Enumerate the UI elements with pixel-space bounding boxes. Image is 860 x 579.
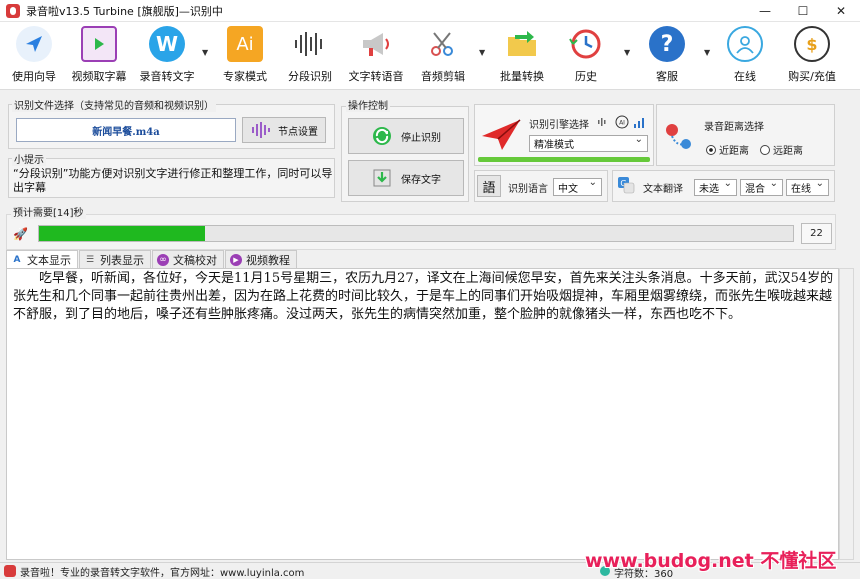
- translate-online-select[interactable]: 在线: [786, 178, 829, 196]
- proofread-icon: ∞: [157, 253, 169, 266]
- toolbar-history-button[interactable]: 历史: [566, 26, 606, 88]
- video-tutorial-icon: ▶: [230, 253, 242, 266]
- file-name-field[interactable]: 新闻早餐.m4a: [16, 118, 236, 142]
- language-label: 识别语言: [508, 184, 548, 195]
- toolbar-audio-clip-button[interactable]: 音频剪辑: [418, 26, 468, 88]
- app-logo-icon: [4, 565, 16, 577]
- window-title: 录音啦v13.5 Turbine [旗舰版]—识别中: [26, 4, 223, 18]
- app-logo-icon: [6, 3, 20, 18]
- rocket-icon: 🚀: [13, 227, 28, 241]
- transcript-editor[interactable]: 吃早餐，听新闻，各位好，今天是11月15号星期三，农历九月27，译文在上海间候您…: [6, 268, 839, 560]
- progress-fill: [39, 226, 205, 241]
- toolbar-audio-to-text-button[interactable]: W 录音转文字: [138, 26, 196, 88]
- toolbar-guide-button[interactable]: 使用向导: [8, 26, 60, 88]
- toolbar-expert-mode-button[interactable]: Ai 专家模式: [220, 26, 270, 88]
- tips-text: “分段识别”功能方便对识别文字进行修正和整理工作，同时可以导出字幕: [13, 167, 333, 194]
- toolbar-online-button[interactable]: 在线: [724, 26, 766, 88]
- estimate-label: 预计需要[14]秒: [11, 204, 86, 219]
- main-toolbar: 使用向导 视频取字幕 W 录音转文字 ▼ Ai 专家模式 分段识别 文字转语音 …: [0, 22, 860, 90]
- distance-option-near[interactable]: 近距离: [706, 142, 749, 157]
- refresh-icon: [373, 127, 391, 145]
- tab-video-tutorial[interactable]: ▶ 视频教程: [225, 250, 297, 268]
- toolbar-customer-service-button[interactable]: ? 客服: [646, 26, 688, 88]
- waveform-icon: [252, 122, 270, 138]
- audio-clip-dropdown-icon[interactable]: ▼: [479, 48, 485, 57]
- toolbar-purchase-button[interactable]: $ 购买/充值: [784, 26, 840, 88]
- ai-signal-icon: AI: [598, 115, 644, 129]
- scissors-icon: [425, 26, 461, 62]
- folder-convert-icon: [504, 26, 540, 62]
- navigation-arrow-icon: [16, 26, 52, 62]
- stop-recognize-button[interactable]: 停止识别: [348, 118, 464, 154]
- tab-proofread[interactable]: ∞ 文稿校对: [152, 250, 224, 268]
- history-dropdown-icon[interactable]: ▼: [624, 48, 630, 57]
- paper-plane-icon: [482, 119, 521, 150]
- radio-selected-icon: [706, 144, 716, 155]
- language-icon-button[interactable]: 語: [477, 175, 501, 197]
- progress-count: 22: [801, 223, 832, 244]
- close-button[interactable]: ✕: [822, 0, 860, 22]
- engine-label: 识别引擎选择: [529, 120, 589, 131]
- title-bar: 录音啦v13.5 Turbine [旗舰版]—识别中 — ☐ ✕: [0, 0, 860, 22]
- save-text-button[interactable]: 保存文字: [348, 160, 464, 196]
- translate-label: 文本翻译: [643, 184, 683, 195]
- toolbar-batch-convert-button[interactable]: 批量转换: [496, 26, 548, 88]
- translate-icon: G: [618, 177, 635, 194]
- window-controls: — ☐ ✕: [746, 0, 860, 22]
- translate-mode-select[interactable]: 未选: [694, 178, 737, 196]
- toolbar-video-subtitle-button[interactable]: 视频取字幕: [68, 26, 130, 88]
- list-display-icon: ☰: [85, 254, 95, 265]
- download-icon: [373, 169, 391, 187]
- minimize-button[interactable]: —: [746, 0, 784, 22]
- tips-title: 小提示: [12, 151, 46, 166]
- audio-to-text-dropdown-icon[interactable]: ▼: [202, 48, 208, 57]
- site-watermark: www.budog.net 不懂社区: [585, 550, 837, 572]
- purchase-icon: $: [794, 26, 830, 62]
- megaphone-icon: [358, 26, 394, 62]
- waveform-icon: [292, 26, 328, 62]
- distance-option-far[interactable]: 远距离: [760, 142, 803, 157]
- language-select[interactable]: 中文: [553, 177, 602, 196]
- view-tabs: A 文本显示 ☰ 列表显示 ∞ 文稿校对 ▶ 视频教程: [6, 250, 298, 269]
- user-online-icon: [727, 26, 763, 62]
- maximize-button[interactable]: ☐: [784, 0, 822, 22]
- word-icon: W: [149, 26, 185, 62]
- transcript-text: 吃早餐，听新闻，各位好，今天是11月15号星期三，农历九月27，译文在上海间候您…: [13, 271, 834, 322]
- text-display-icon: A: [13, 255, 21, 265]
- distance-map-icon: [666, 124, 691, 149]
- status-text: 录音啦！专业的录音转文字软件，官方网址：www.luyinla.com: [20, 567, 305, 579]
- progress-bar: [38, 225, 794, 242]
- video-subtitle-icon: [81, 26, 117, 62]
- customer-service-dropdown-icon[interactable]: ▼: [704, 48, 710, 57]
- translate-mix-select[interactable]: 混合: [740, 178, 783, 196]
- operation-title: 操作控制: [346, 97, 390, 112]
- ai-expert-icon: Ai: [227, 26, 263, 62]
- node-settings-button[interactable]: 节点设置: [242, 117, 326, 143]
- toolbar-text-to-speech-button[interactable]: 文字转语音: [346, 26, 406, 88]
- editor-scrollbar[interactable]: [839, 268, 854, 560]
- tab-list-display[interactable]: ☰ 列表显示: [79, 250, 151, 268]
- engine-active-bar: [478, 157, 650, 162]
- distance-label: 录音距离选择: [704, 122, 764, 133]
- radio-unselected-icon: [760, 144, 770, 155]
- file-select-title: 识别文件选择（支持常见的音频和视频识别）: [12, 97, 216, 112]
- toolbar-segment-recognize-button[interactable]: 分段识别: [284, 26, 336, 88]
- engine-select[interactable]: 精准模式: [529, 134, 648, 152]
- svg-text:AI: AI: [619, 120, 625, 127]
- tab-text-display[interactable]: A 文本显示: [6, 250, 78, 269]
- help-icon: ?: [649, 26, 685, 62]
- history-clock-icon: [568, 26, 604, 62]
